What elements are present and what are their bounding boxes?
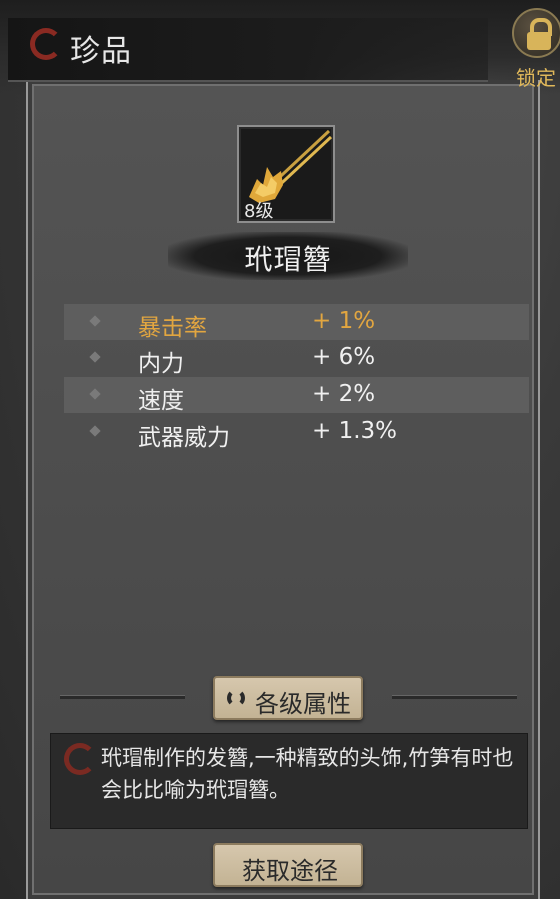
stat-value: + 2%: [312, 381, 376, 407]
header-bar: 珍品: [8, 18, 488, 82]
levels-attributes-button[interactable]: 各级属性: [213, 676, 363, 720]
diamond-bullet-icon: [89, 425, 101, 437]
stat-name: 内力: [138, 351, 184, 377]
stat-name: 武器威力: [138, 425, 230, 451]
lock-button[interactable]: 锁定: [506, 8, 560, 90]
stat-row: 暴击率 + 1%: [64, 304, 529, 341]
levels-attributes-label: 各级属性: [255, 690, 351, 718]
diamond-bullet-icon: [89, 351, 101, 363]
swirl-emblem-icon: [30, 28, 62, 60]
divider-right: [392, 695, 517, 699]
item-description: 玳瑁制作的发簪,一种精致的头饰,竹笋有时也会比比喻为玳瑁簪。: [101, 746, 514, 802]
obtain-route-button[interactable]: 获取途径: [213, 843, 363, 887]
stat-name: 暴击率: [138, 315, 207, 341]
obtain-route-label: 获取途径: [242, 857, 338, 885]
stat-row: 武器威力 + 1.3%: [64, 414, 529, 451]
item-level: 8级: [244, 201, 274, 222]
lock-badge: [512, 8, 560, 58]
diamond-bullet-icon: [89, 388, 101, 400]
lock-label: 锁定: [516, 66, 556, 90]
refresh-icon: [227, 689, 245, 707]
stat-row: 速度 + 2%: [64, 377, 529, 414]
item-slot[interactable]: 8级: [237, 125, 335, 223]
page-title: 珍品: [70, 34, 132, 69]
item-name: 玳瑁簪: [244, 243, 332, 276]
divider-left: [60, 695, 185, 699]
stat-value: + 6%: [312, 344, 376, 370]
stat-value: + 1%: [312, 308, 376, 334]
stat-name: 速度: [138, 388, 184, 414]
stat-row: 内力 + 6%: [64, 340, 529, 377]
swirl-emblem-icon: [64, 743, 96, 775]
description-box: 玳瑁制作的发簪,一种精致的头饰,竹笋有时也会比比喻为玳瑁簪。: [50, 733, 528, 829]
item-name-plate: 玳瑁簪: [168, 232, 408, 280]
lock-icon-body: [527, 32, 551, 50]
diamond-bullet-icon: [89, 315, 101, 327]
stat-value: + 1.3%: [312, 418, 398, 444]
